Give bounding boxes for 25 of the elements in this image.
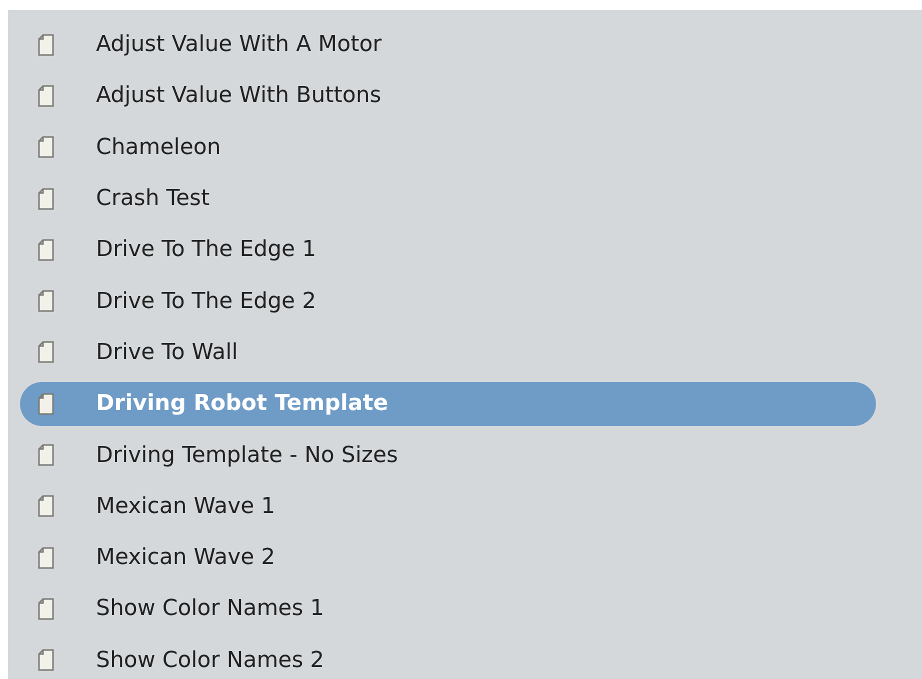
document-icon — [38, 136, 54, 158]
file-list-item[interactable]: Mexican Wave 1 — [20, 484, 876, 528]
document-icon — [38, 341, 54, 364]
document-icon — [38, 495, 54, 518]
file-list-item[interactable]: Show Color Names 2 — [20, 638, 876, 679]
document-icon — [38, 598, 54, 620]
document-icon — [38, 444, 54, 466]
file-list-item[interactable]: Adjust Value With Buttons — [20, 74, 876, 118]
document-icon — [38, 649, 54, 672]
document-icon — [38, 392, 54, 415]
file-list-item[interactable]: Crash Test — [20, 176, 876, 221]
file-list-item[interactable]: Drive To The Edge 2 — [20, 279, 876, 324]
file-list-item[interactable]: Mexican Wave 2 — [20, 536, 876, 580]
document-icon — [38, 546, 54, 569]
document-icon — [38, 34, 54, 56]
file-list-item[interactable]: Drive To The Edge 1 — [20, 228, 876, 272]
document-icon — [38, 84, 54, 107]
document-icon — [38, 290, 54, 312]
file-list-item[interactable]: Driving Template - No Sizes — [20, 433, 876, 478]
file-list-item[interactable]: Chameleon — [20, 125, 876, 170]
document-icon — [38, 238, 54, 261]
file-list-item[interactable]: Show Color Names 1 — [20, 586, 876, 631]
file-list-item[interactable]: Drive To Wall — [20, 330, 876, 374]
file-list-item[interactable]: Adjust Value With A Motor — [20, 22, 876, 67]
document-icon — [38, 188, 54, 210]
